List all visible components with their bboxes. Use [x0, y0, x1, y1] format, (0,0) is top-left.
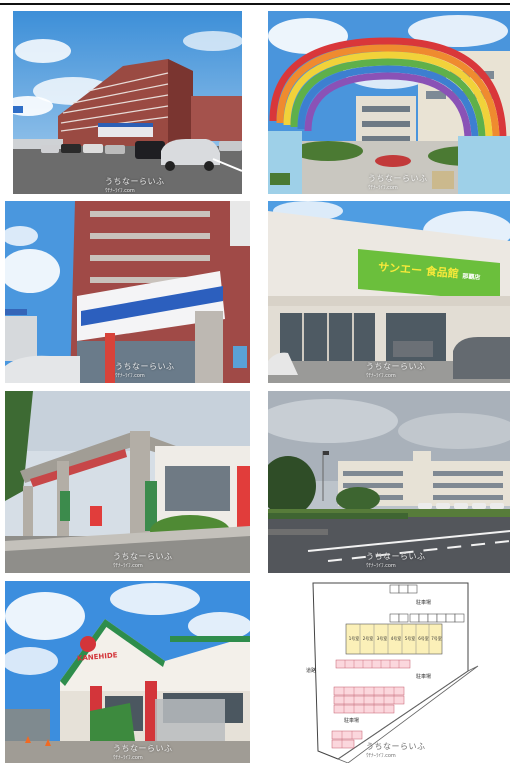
plan-label-parking-top: 駐車場	[416, 600, 432, 606]
photo-convenience-store: うちなーらいふ ｳﾁﾅｰﾗｲﾌ.com	[5, 201, 250, 383]
watermark: うちなーらいふ ｳﾁﾅｰﾗｲﾌ.com	[113, 744, 173, 761]
plan-label-parking-mid: 駐車場	[416, 674, 432, 680]
unit-label: 6号室	[418, 636, 429, 641]
plan-building-units: 1号室 2号室 3号室 4号室 5号室 6号室 7号室	[347, 636, 443, 642]
unit-label: 7号室	[431, 636, 442, 641]
photo-city-hall: うちなーらいふ ｳﾁﾅｰﾗｲﾌ.com	[268, 391, 510, 573]
unit-label: 2号室	[362, 636, 374, 641]
unit-label: 5号室	[404, 636, 416, 641]
plan-label-parking-bottom: 駐車場	[344, 718, 360, 724]
watermark: うちなーらいふ ｳﾁﾅｰﾗｲﾌ.com	[366, 362, 426, 379]
plan-label-road: 道路	[306, 668, 317, 674]
photo-school-rainbow-gate: うちなーらいふ ｳﾁﾅｰﾗｲﾌ.com	[268, 11, 510, 194]
photo-supermarket: サンエー 食品館 那覇店 うちなーらいふ ｳﾁﾅｰﾗｲﾌ.com	[268, 201, 510, 383]
watermark: うちなーらいふ ｳﾁﾅｰﾗｲﾌ.com	[368, 174, 428, 191]
watermark: うちなーらいふ ｳﾁﾅｰﾗｲﾌ.com	[115, 362, 175, 379]
top-border	[0, 3, 510, 5]
unit-label: 4号室	[390, 636, 402, 641]
photo-kanehide-supermarket: KANEHIDE うちなーらいふ ｳﾁﾅｰﾗｲﾌ.com	[5, 581, 250, 763]
photo-post-office: うちなーらいふ ｳﾁﾅｰﾗｲﾌ.com	[5, 391, 250, 573]
photo-apartment-exterior: うちなーらいふ ｳﾁﾅｰﾗｲﾌ.com	[13, 11, 242, 194]
watermark: うちなーらいふ ｳﾁﾅｰﾗｲﾌ.com	[113, 552, 173, 569]
watermark: うちなーらいふ ｳﾁﾅｰﾗｲﾌ.com	[366, 742, 426, 759]
unit-label: 3号室	[376, 636, 388, 641]
watermark: うちなーらいふ ｳﾁﾅｰﾗｲﾌ.com	[105, 177, 165, 194]
unit-label: 1号室	[348, 636, 360, 641]
photo-parking-lot-plan: 駐車場 駐車場 駐車場 道路 1号室 2号室 3号室 4号室 5号室 6号室 7…	[268, 581, 510, 763]
watermark: うちなーらいふ ｳﾁﾅｰﾗｲﾌ.com	[366, 552, 426, 569]
